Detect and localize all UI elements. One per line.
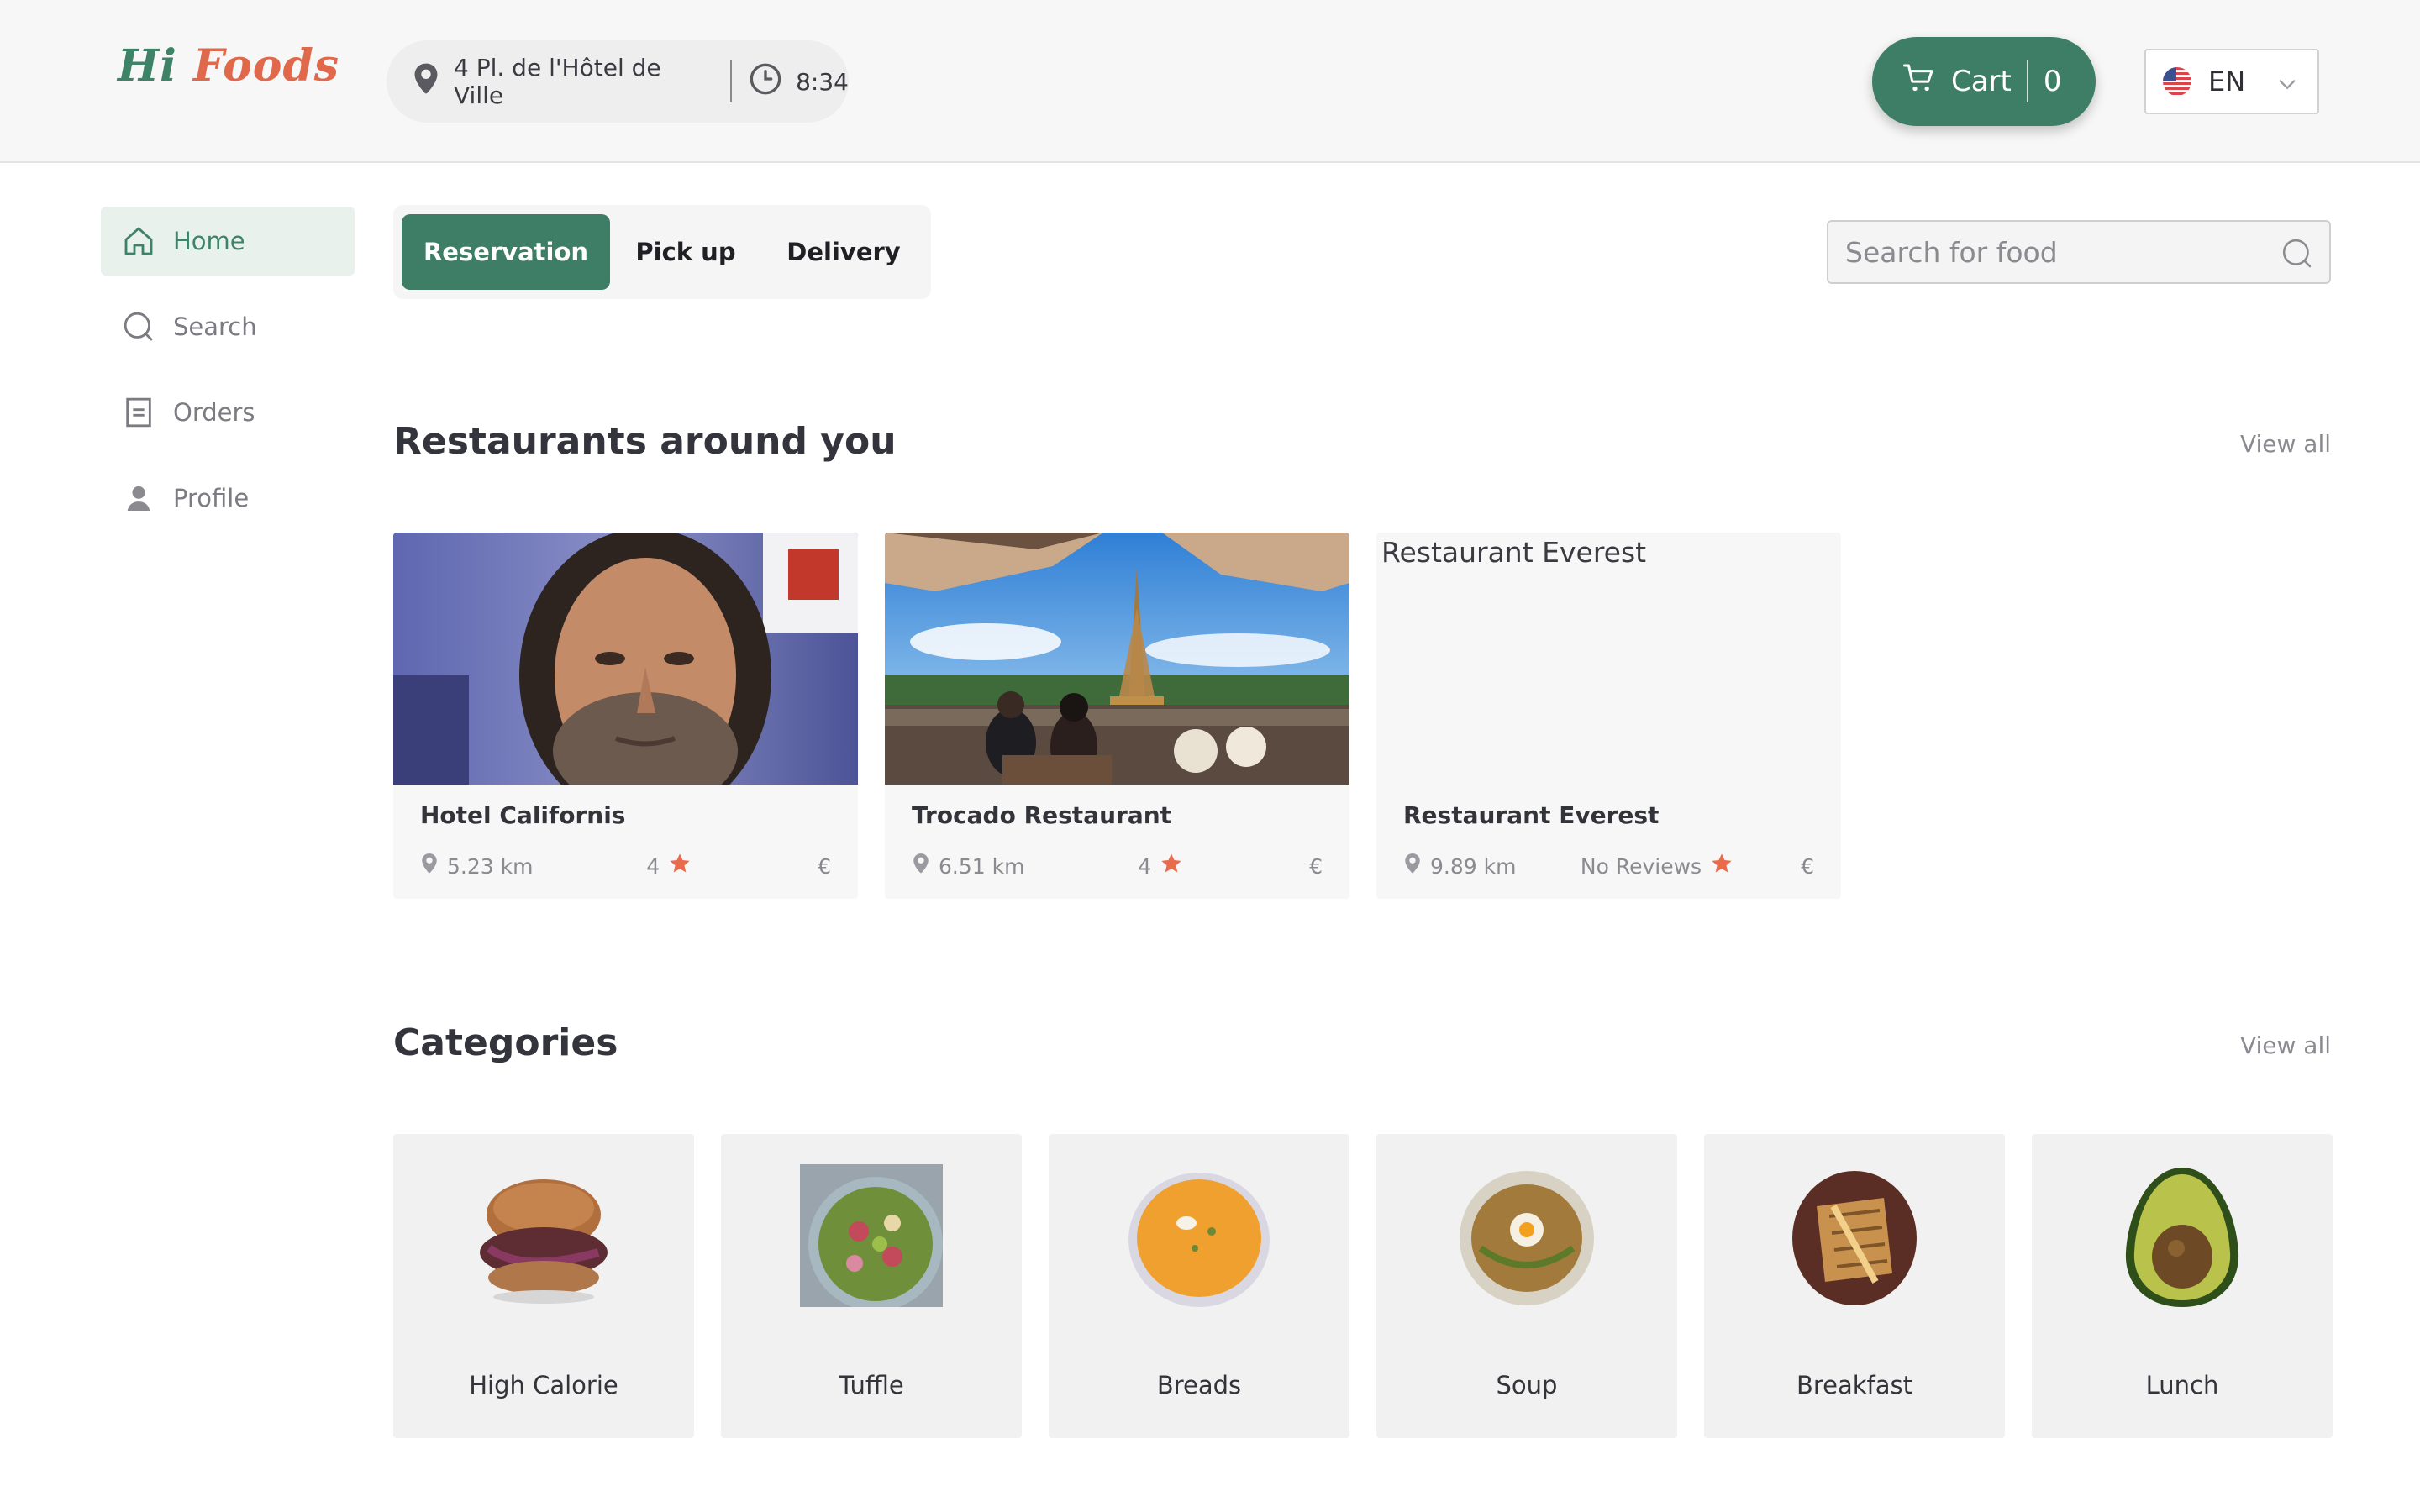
location-pin-icon: [420, 853, 439, 879]
restaurant-name: Hotel Californis: [420, 801, 626, 829]
pill-divider: [730, 60, 733, 102]
sidebar-item-orders[interactable]: Orders: [101, 378, 355, 447]
top-header: Hi Foods 4 Pl. de l'Hôtel de Ville 8:34 …: [0, 0, 2420, 163]
cart-icon: [1902, 61, 1936, 102]
restaurant-meta: 6.51 km 4 €: [912, 852, 1323, 880]
restaurant-meta: 5.23 km 4 €: [420, 852, 831, 880]
image-alt-text: Restaurant Everest: [1381, 536, 1647, 569]
soup-bowl-image: [1128, 1164, 1270, 1307]
app-logo[interactable]: Hi Foods: [118, 40, 339, 92]
rating-value: 4: [646, 853, 660, 879]
category-name: Breakfast: [1796, 1371, 1913, 1399]
restaurant-card[interactable]: Restaurant Everest Restaurant Everest 9.…: [1376, 533, 1841, 899]
tab-pick-up[interactable]: Pick up: [610, 214, 761, 290]
search-icon[interactable]: [2281, 237, 2314, 274]
search-input[interactable]: [1828, 222, 2329, 282]
sidebar-item-label: Orders: [173, 398, 255, 427]
sidebar-nav: Home Search Orders Profile: [101, 207, 355, 549]
burger-image: [472, 1164, 615, 1307]
cart-label: Cart: [1951, 65, 2012, 98]
category-name: Soup: [1496, 1371, 1558, 1399]
restaurant-distance: 5.23 km: [447, 853, 534, 879]
cart-button[interactable]: Cart 0: [1872, 37, 2096, 126]
avocado-image: [2111, 1164, 2254, 1307]
language-select[interactable]: EN: [2144, 49, 2319, 114]
category-name: Tuffle: [839, 1371, 904, 1399]
sidebar-item-label: Search: [173, 312, 257, 341]
location-pin-icon: [912, 853, 930, 879]
restaurant-image: [885, 533, 1349, 785]
price-level: €: [1801, 853, 1814, 879]
restaurant-image-broken: Restaurant Everest: [1376, 533, 1841, 785]
sidebar-item-search[interactable]: Search: [101, 292, 355, 361]
home-icon: [121, 223, 156, 259]
restaurant-image: [393, 533, 858, 785]
location-pin-icon: [1403, 853, 1422, 879]
delivery-time: 8:34: [796, 67, 849, 96]
restaurant-name: Trocado Restaurant: [912, 801, 1172, 829]
category-card[interactable]: High Calorie: [393, 1134, 694, 1438]
sidebar-item-profile[interactable]: Profile: [101, 464, 355, 533]
tab-reservation[interactable]: Reservation: [402, 214, 610, 290]
location-pin-icon: [412, 62, 440, 102]
restaurant-list: Hotel Californis 5.23 km 4 € Trocado Res…: [393, 533, 1841, 899]
clock-icon: [749, 62, 782, 102]
price-level: €: [818, 853, 831, 879]
star-icon: [1710, 852, 1733, 880]
cart-count: 0: [2043, 65, 2062, 98]
category-name: Breads: [1156, 1371, 1242, 1399]
category-name: High Calorie: [469, 1371, 618, 1399]
food-search-box: [1827, 220, 2331, 284]
categories-view-all-link[interactable]: View all: [2240, 1032, 2331, 1059]
orders-icon: [121, 395, 156, 430]
restaurant-distance: 6.51 km: [939, 853, 1025, 879]
restaurant-rating: 4: [1138, 852, 1183, 880]
star-icon: [668, 852, 692, 880]
restaurant-meta: 9.89 km No Reviews €: [1403, 852, 1814, 880]
sidebar-item-label: Home: [173, 227, 245, 255]
category-card[interactable]: Tuffle: [721, 1134, 1022, 1438]
restaurant-card[interactable]: Hotel Californis 5.23 km 4 €: [393, 533, 858, 899]
restaurants-section-title: Restaurants around you: [393, 420, 897, 463]
category-list: High Calorie Tuffle Breads Soup Breakfas…: [393, 1134, 2333, 1438]
sidebar-item-label: Profile: [173, 484, 250, 512]
restaurant-rating: No Reviews: [1581, 852, 1733, 880]
logo-foods: Foods: [193, 40, 340, 92]
salad-bowl-image: [800, 1164, 943, 1311]
restaurant-card[interactable]: Trocado Restaurant 6.51 km 4 €: [885, 533, 1349, 899]
restaurants-view-all-link[interactable]: View all: [2240, 430, 2331, 458]
tab-delivery[interactable]: Delivery: [761, 214, 926, 290]
language-code: EN: [2208, 66, 2246, 97]
noodles-plate-image: [1455, 1164, 1598, 1307]
chevron-down-icon: [2275, 71, 2299, 102]
sidebar-item-home[interactable]: Home: [101, 207, 355, 276]
profile-icon: [121, 480, 156, 516]
restaurant-distance: 9.89 km: [1430, 853, 1517, 879]
location-time-pill[interactable]: 4 Pl. de l'Hôtel de Ville 8:34: [387, 40, 849, 123]
restaurant-rating: 4: [646, 852, 692, 880]
toast-plate-image: [1783, 1164, 1926, 1307]
category-card[interactable]: Breakfast: [1704, 1134, 2005, 1438]
order-mode-tabs: Reservation Pick up Delivery: [393, 205, 931, 299]
logo-hi: Hi: [118, 40, 177, 92]
star-icon: [1160, 852, 1183, 880]
us-flag-icon: [2163, 67, 2191, 96]
category-card[interactable]: Breads: [1049, 1134, 1349, 1438]
price-level: €: [1309, 853, 1323, 879]
cart-divider: [2026, 60, 2028, 102]
category-name: Lunch: [2145, 1371, 2219, 1399]
delivery-address: 4 Pl. de l'Hôtel de Ville: [454, 54, 661, 109]
rating-value: No Reviews: [1580, 853, 1702, 879]
category-card[interactable]: Soup: [1376, 1134, 1677, 1438]
search-icon: [121, 309, 156, 344]
restaurant-name: Restaurant Everest: [1403, 801, 1660, 829]
rating-value: 4: [1138, 853, 1152, 879]
categories-section-title: Categories: [393, 1021, 618, 1064]
category-card[interactable]: Lunch: [2032, 1134, 2333, 1438]
